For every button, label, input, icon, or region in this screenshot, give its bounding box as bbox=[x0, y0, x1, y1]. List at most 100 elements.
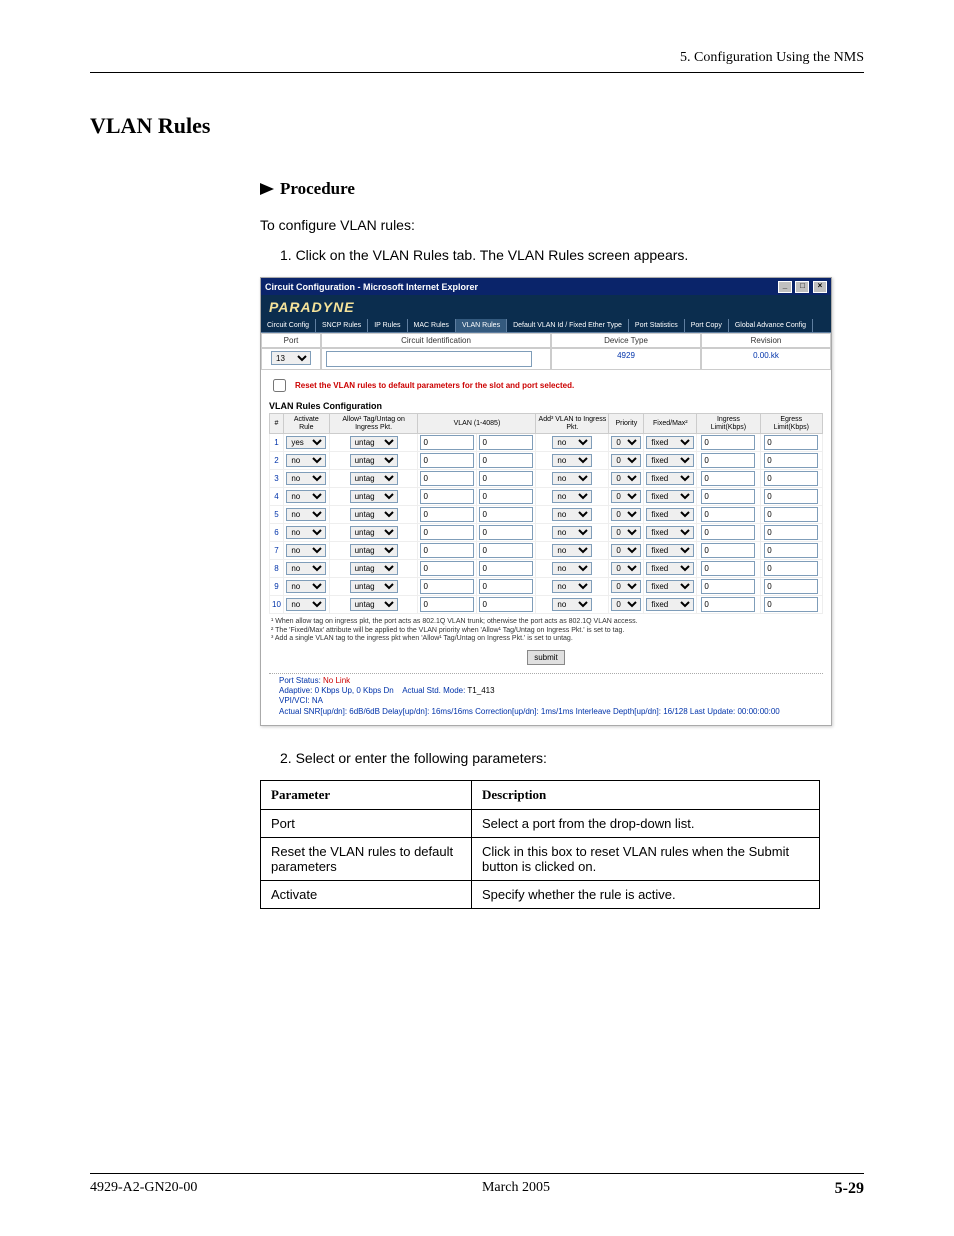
vlan-b-input[interactable] bbox=[479, 543, 533, 558]
activate-select[interactable]: yes bbox=[286, 436, 326, 449]
vlan-a-input[interactable] bbox=[420, 561, 474, 576]
priority-select[interactable]: 0 bbox=[611, 598, 641, 611]
add-select[interactable]: no bbox=[552, 454, 592, 467]
allow-select[interactable]: untag bbox=[350, 526, 398, 539]
vlan-a-input[interactable] bbox=[420, 525, 474, 540]
tab-vlan-rules[interactable]: VLAN Rules bbox=[456, 319, 507, 332]
egress-input[interactable] bbox=[764, 453, 818, 468]
egress-input[interactable] bbox=[764, 507, 818, 522]
priority-select[interactable]: 0 bbox=[611, 508, 641, 521]
allow-select[interactable]: untag bbox=[350, 598, 398, 611]
activate-select[interactable]: no bbox=[286, 490, 326, 503]
priority-select[interactable]: 0 bbox=[611, 562, 641, 575]
ingress-input[interactable] bbox=[701, 507, 755, 522]
reset-checkbox[interactable] bbox=[273, 379, 286, 392]
priority-select[interactable]: 0 bbox=[611, 472, 641, 485]
tab-mac-rules[interactable]: MAC Rules bbox=[408, 319, 456, 332]
vlan-b-input[interactable] bbox=[479, 435, 533, 450]
maximize-icon[interactable]: □ bbox=[795, 281, 809, 293]
activate-select[interactable]: no bbox=[286, 454, 326, 467]
vlan-a-input[interactable] bbox=[420, 543, 474, 558]
close-icon[interactable]: × bbox=[813, 281, 827, 293]
egress-input[interactable] bbox=[764, 561, 818, 576]
vlan-b-input[interactable] bbox=[479, 525, 533, 540]
egress-input[interactable] bbox=[764, 525, 818, 540]
tab-port-copy[interactable]: Port Copy bbox=[685, 319, 729, 332]
egress-input[interactable] bbox=[764, 543, 818, 558]
tab-port-statistics[interactable]: Port Statistics bbox=[629, 319, 685, 332]
vlan-b-input[interactable] bbox=[479, 453, 533, 468]
egress-input[interactable] bbox=[764, 471, 818, 486]
fixedmax-select[interactable]: fixed bbox=[646, 544, 694, 557]
vlan-a-input[interactable] bbox=[420, 471, 474, 486]
ingress-input[interactable] bbox=[701, 453, 755, 468]
fixedmax-select[interactable]: fixed bbox=[646, 598, 694, 611]
add-select[interactable]: no bbox=[552, 544, 592, 557]
add-select[interactable]: no bbox=[552, 562, 592, 575]
vlan-a-input[interactable] bbox=[420, 489, 474, 504]
fixedmax-select[interactable]: fixed bbox=[646, 508, 694, 521]
vlan-a-input[interactable] bbox=[420, 579, 474, 594]
ingress-input[interactable] bbox=[701, 561, 755, 576]
fixedmax-select[interactable]: fixed bbox=[646, 436, 694, 449]
fixedmax-select[interactable]: fixed bbox=[646, 526, 694, 539]
priority-select[interactable]: 0 bbox=[611, 454, 641, 467]
add-select[interactable]: no bbox=[552, 598, 592, 611]
vlan-b-input[interactable] bbox=[479, 579, 533, 594]
tab-default-vlan-id-fixed-ether-type[interactable]: Default VLAN Id / Fixed Ether Type bbox=[507, 319, 629, 332]
activate-select[interactable]: no bbox=[286, 562, 326, 575]
priority-select[interactable]: 0 bbox=[611, 490, 641, 503]
vlan-a-input[interactable] bbox=[420, 507, 474, 522]
allow-select[interactable]: untag bbox=[350, 490, 398, 503]
ingress-input[interactable] bbox=[701, 471, 755, 486]
add-select[interactable]: no bbox=[552, 490, 592, 503]
ingress-input[interactable] bbox=[701, 435, 755, 450]
circuit-input[interactable] bbox=[326, 351, 532, 367]
window-controls[interactable]: _ □ × bbox=[777, 280, 827, 293]
minimize-icon[interactable]: _ bbox=[778, 281, 792, 293]
priority-select[interactable]: 0 bbox=[611, 526, 641, 539]
allow-select[interactable]: untag bbox=[350, 580, 398, 593]
vlan-b-input[interactable] bbox=[479, 471, 533, 486]
fixedmax-select[interactable]: fixed bbox=[646, 580, 694, 593]
allow-select[interactable]: untag bbox=[350, 436, 398, 449]
allow-select[interactable]: untag bbox=[350, 454, 398, 467]
vlan-b-input[interactable] bbox=[479, 597, 533, 612]
activate-select[interactable]: no bbox=[286, 580, 326, 593]
ingress-input[interactable] bbox=[701, 525, 755, 540]
vlan-a-input[interactable] bbox=[420, 453, 474, 468]
fixedmax-select[interactable]: fixed bbox=[646, 472, 694, 485]
egress-input[interactable] bbox=[764, 597, 818, 612]
vlan-b-input[interactable] bbox=[479, 507, 533, 522]
tab-global-advance-config[interactable]: Global Advance Config bbox=[729, 319, 813, 332]
egress-input[interactable] bbox=[764, 489, 818, 504]
priority-select[interactable]: 0 bbox=[611, 544, 641, 557]
activate-select[interactable]: no bbox=[286, 598, 326, 611]
fixedmax-select[interactable]: fixed bbox=[646, 454, 694, 467]
allow-select[interactable]: untag bbox=[350, 472, 398, 485]
vlan-b-input[interactable] bbox=[479, 561, 533, 576]
priority-select[interactable]: 0 bbox=[611, 580, 641, 593]
vlan-b-input[interactable] bbox=[479, 489, 533, 504]
vlan-a-input[interactable] bbox=[420, 435, 474, 450]
add-select[interactable]: no bbox=[552, 472, 592, 485]
activate-select[interactable]: no bbox=[286, 508, 326, 521]
activate-select[interactable]: no bbox=[286, 544, 326, 557]
ingress-input[interactable] bbox=[701, 489, 755, 504]
add-select[interactable]: no bbox=[552, 436, 592, 449]
allow-select[interactable]: untag bbox=[350, 562, 398, 575]
activate-select[interactable]: no bbox=[286, 472, 326, 485]
allow-select[interactable]: untag bbox=[350, 544, 398, 557]
egress-input[interactable] bbox=[764, 435, 818, 450]
port-select[interactable]: 13 bbox=[271, 351, 311, 365]
tab-sncp-rules[interactable]: SNCP Rules bbox=[316, 319, 368, 332]
egress-input[interactable] bbox=[764, 579, 818, 594]
allow-select[interactable]: untag bbox=[350, 508, 398, 521]
add-select[interactable]: no bbox=[552, 508, 592, 521]
add-select[interactable]: no bbox=[552, 580, 592, 593]
tab-ip-rules[interactable]: IP Rules bbox=[368, 319, 407, 332]
submit-button[interactable]: submit bbox=[527, 650, 565, 665]
vlan-a-input[interactable] bbox=[420, 597, 474, 612]
tab-circuit-config[interactable]: Circuit Config bbox=[261, 319, 316, 332]
fixedmax-select[interactable]: fixed bbox=[646, 562, 694, 575]
